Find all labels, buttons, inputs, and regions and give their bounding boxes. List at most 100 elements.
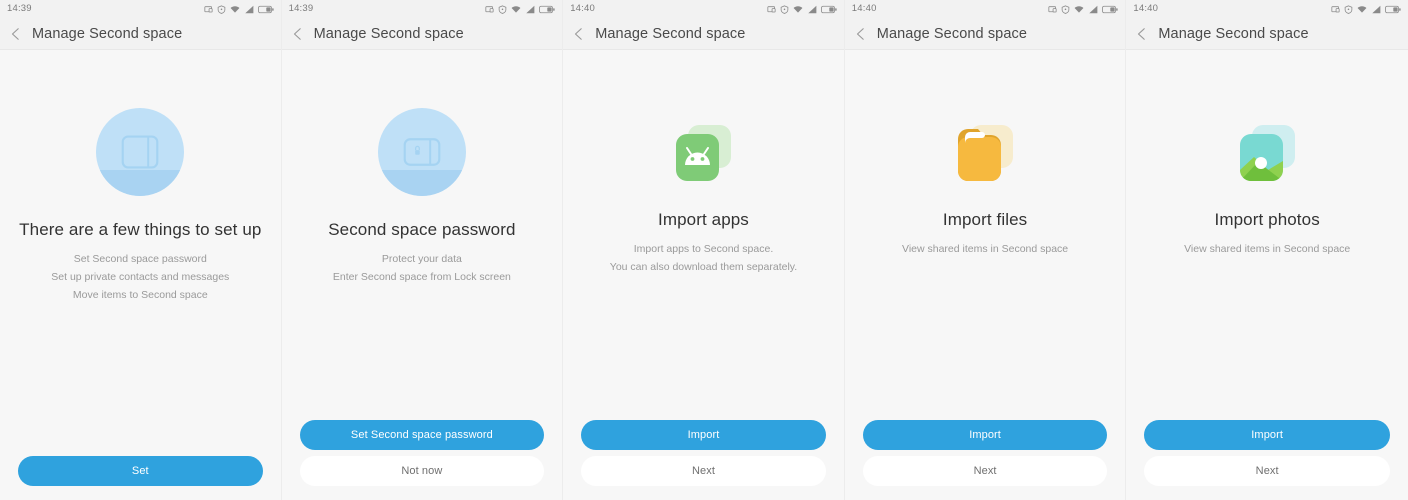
screen-cast-icon (1331, 5, 1340, 12)
chevron-left-icon[interactable] (572, 27, 586, 41)
page-title: Manage Second space (1158, 25, 1309, 42)
hero-subline: Move items to Second space (72, 289, 208, 301)
signal-icon (808, 5, 817, 13)
second-space-glyph (121, 135, 159, 169)
page-title: Manage Second space (595, 25, 746, 42)
screen-import-files: 14:40 Manage Second space Import files V… (844, 0, 1127, 500)
status-time: 14:40 (570, 3, 595, 15)
screen-import-apps: 14:40 Manage Second space Import apps Im… (563, 0, 845, 500)
battery-icon (1385, 5, 1401, 13)
status-time: 14:39 (288, 3, 314, 15)
panel-content: Import files View shared items in Second… (845, 50, 1126, 500)
title-bar: Manage Second space (844, 18, 1126, 50)
wifi-icon (793, 5, 803, 13)
next-button[interactable]: Next (1144, 456, 1390, 486)
hero-headline: There are a few things to set up (19, 220, 262, 239)
hero-headline: Import files (942, 210, 1028, 229)
screen-cast-icon (485, 5, 494, 12)
button-stack: Set (18, 456, 263, 486)
battery-icon (820, 5, 837, 13)
screen-cast-icon (1048, 5, 1057, 12)
hero-block: Import apps Import apps to Second space.… (563, 120, 844, 276)
folder-files-glyph (958, 125, 1014, 181)
hero-sublines: Import apps to Second space. You can als… (610, 240, 797, 276)
status-icon-group (1331, 4, 1401, 14)
shield-icon (1062, 4, 1070, 14)
photos-gallery-icon (1234, 120, 1300, 186)
panel-content: Import apps Import apps to Second space.… (563, 50, 844, 500)
status-bar: 14:40 (844, 0, 1126, 18)
status-time: 14:40 (851, 3, 877, 15)
battery-icon (1102, 5, 1119, 13)
chevron-left-icon[interactable] (854, 27, 868, 41)
status-icon-group (767, 4, 837, 14)
panel-content: Second space password Protect your data … (282, 50, 563, 500)
shield-icon (1344, 4, 1353, 14)
hero-sublines: View shared items in Second space (902, 240, 1068, 258)
second-space-circle-icon (96, 108, 185, 196)
folder-files-icon (952, 120, 1018, 186)
next-button[interactable]: Next (862, 456, 1108, 486)
screen-import-photos: 14:40 Manage Second space Import photos … (1126, 0, 1408, 500)
import-button[interactable]: Import (862, 420, 1108, 450)
status-bar: 14:40 (1126, 0, 1408, 18)
title-bar: Manage Second space (1126, 18, 1408, 50)
android-apps-icon (670, 120, 736, 186)
shield-icon (217, 4, 225, 14)
wifi-icon (1074, 5, 1084, 13)
set-button[interactable]: Set (18, 456, 263, 486)
button-stack: Import Next (1144, 420, 1390, 486)
shield-icon (498, 4, 507, 14)
status-bar: 14:39 (0, 0, 281, 18)
signal-icon (526, 5, 535, 13)
status-icon-group (1048, 4, 1119, 14)
hero-subline: You can also download them separately. (609, 261, 798, 273)
hero-subline: Enter Second space from Lock screen (332, 271, 511, 283)
hero-subline: View shared items in Second space (902, 243, 1069, 255)
import-button[interactable]: Import (581, 420, 826, 450)
import-button[interactable]: Import (1144, 420, 1390, 450)
hero-subline: Protect your data (381, 253, 462, 265)
hero-block: Import photos View shared items in Secon… (1126, 120, 1408, 258)
status-time: 14:40 (1133, 3, 1159, 15)
hero-sublines: Protect your data Enter Second space fro… (333, 250, 511, 286)
signal-icon (1089, 5, 1098, 13)
battery-icon (257, 5, 274, 13)
android-apps-glyph (676, 125, 732, 181)
chevron-left-icon[interactable] (1135, 27, 1149, 41)
panel-content: Import photos View shared items in Secon… (1126, 50, 1408, 500)
set-second-space-password-button[interactable]: Set Second space password (299, 420, 545, 450)
not-now-button[interactable]: Not now (299, 456, 545, 486)
button-stack: Set Second space password Not now (299, 420, 545, 486)
button-stack: Import Next (581, 420, 826, 486)
title-bar: Manage Second space (0, 18, 281, 50)
page-title: Manage Second space (876, 25, 1028, 42)
hero-block: Import files View shared items in Second… (845, 120, 1126, 258)
hero-headline: Second space password (328, 220, 516, 239)
chevron-left-icon[interactable] (291, 27, 305, 41)
signal-icon (244, 5, 253, 13)
chevron-left-icon[interactable] (9, 27, 23, 41)
title-bar: Manage Second space (563, 18, 844, 50)
hero-headline: Import photos (1214, 210, 1320, 229)
status-bar: 14:40 (563, 0, 844, 18)
photos-gallery-glyph (1240, 125, 1296, 181)
screenshot-strip: 14:39 Manage Second space There are a fe… (0, 0, 1408, 500)
screen-cast-icon (767, 5, 776, 12)
second-space-lock-circle-icon (377, 108, 466, 196)
wifi-icon (230, 5, 240, 13)
hero-sublines: Set Second space password Set up private… (51, 250, 229, 304)
status-icon-group (485, 4, 555, 14)
status-icon-group (204, 4, 274, 14)
hero-block: There are a few things to set up Set Sec… (0, 108, 281, 304)
screen-cast-icon (204, 5, 213, 12)
title-bar: Manage Second space (281, 18, 563, 50)
page-title: Manage Second space (32, 25, 183, 42)
circle-water-band (377, 170, 466, 196)
status-time: 14:39 (7, 3, 32, 15)
battery-icon (539, 5, 555, 13)
next-button[interactable]: Next (581, 456, 826, 486)
status-bar: 14:39 (281, 0, 563, 18)
wifi-icon (1357, 5, 1367, 13)
wifi-icon (511, 5, 521, 13)
